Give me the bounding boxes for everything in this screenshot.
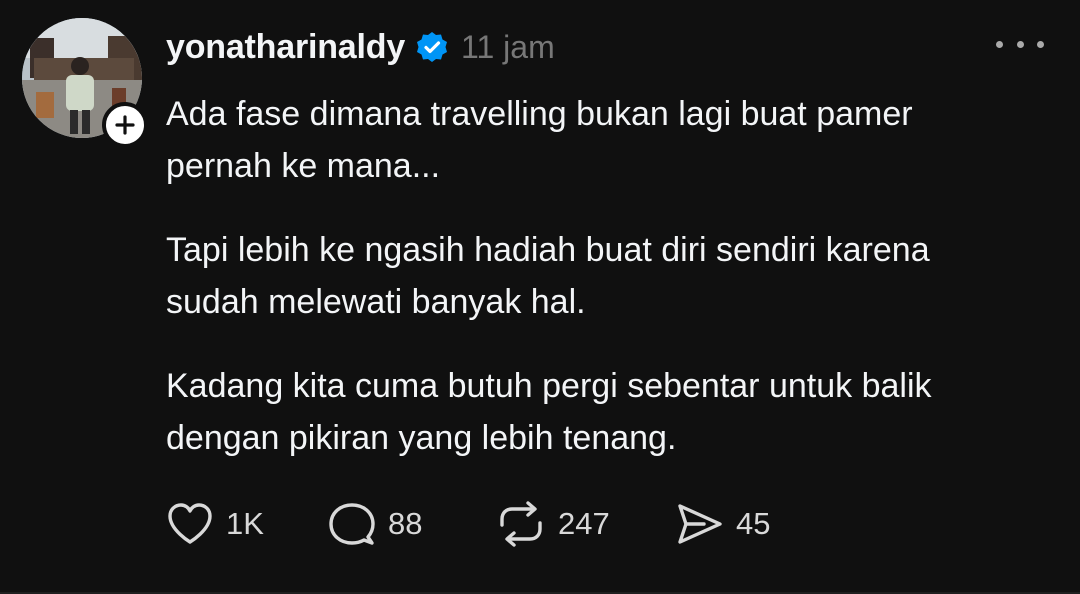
reply-count: 88: [388, 506, 423, 541]
post-paragraph: Tapi lebih ke ngasih hadiah buat diri se…: [166, 231, 930, 321]
more-options-button[interactable]: [996, 34, 1044, 54]
username[interactable]: yonatharinaldy: [166, 28, 405, 67]
thread-post: yonatharinaldy 11 jam Ada fase dimana tr…: [0, 0, 1080, 594]
like-button[interactable]: 1K: [166, 502, 328, 546]
post-header: yonatharinaldy 11 jam: [166, 24, 555, 70]
post-actions: 1K 88 247 45: [166, 498, 796, 550]
repost-icon: [500, 501, 542, 547]
share-button[interactable]: 45: [676, 502, 796, 546]
comment-icon: [329, 503, 375, 545]
heart-icon: [168, 503, 212, 544]
post-body: Ada fase dimana travelling bukan lagi bu…: [166, 88, 1046, 496]
reply-button[interactable]: 88: [328, 501, 496, 547]
follow-button[interactable]: [102, 102, 148, 148]
author-avatar-container: [22, 18, 148, 148]
send-icon: [678, 504, 722, 544]
more-dots-icon: [996, 40, 1003, 48]
post-paragraph: Kadang kita cuma butuh pergi sebentar un…: [166, 367, 932, 457]
post-timestamp: 11 jam: [461, 28, 555, 65]
like-count: 1K: [226, 506, 264, 541]
repost-button[interactable]: 247: [496, 501, 676, 547]
post-paragraph: Ada fase dimana travelling bukan lagi bu…: [166, 95, 913, 185]
verified-badge-icon: [417, 32, 448, 62]
plus-icon: [115, 115, 135, 135]
share-count: 45: [736, 506, 771, 541]
repost-count: 247: [558, 506, 610, 541]
